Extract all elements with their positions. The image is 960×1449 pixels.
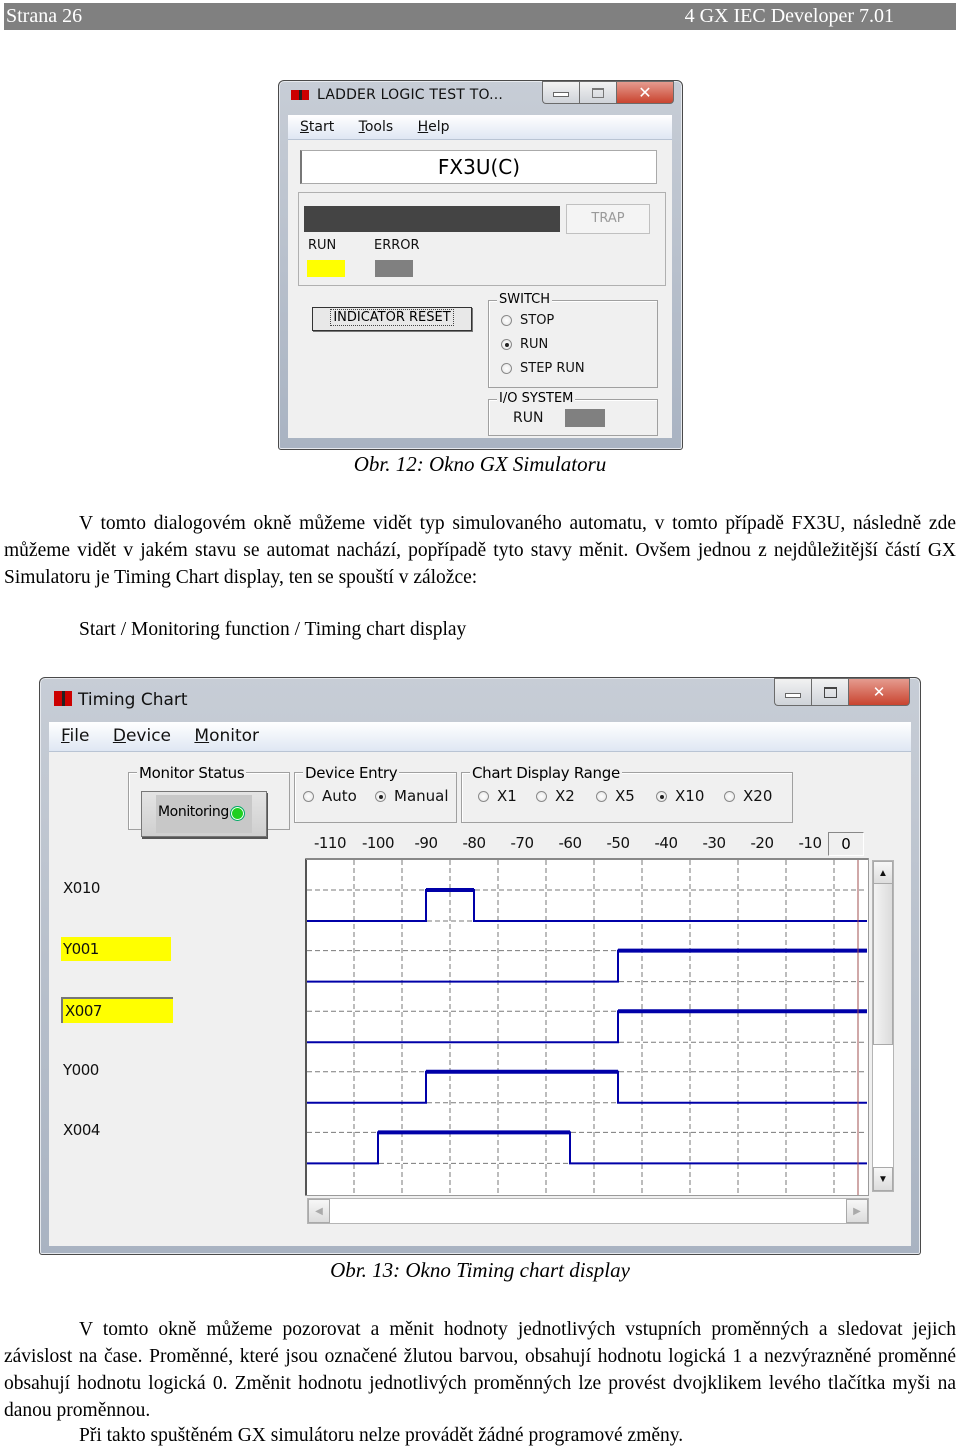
app-icon	[54, 691, 72, 706]
arrow-right-icon: ▶	[853, 1205, 861, 1217]
minimize-button[interactable]	[542, 81, 579, 104]
arrow-down-icon: ▼	[878, 1173, 888, 1185]
maximize-button[interactable]	[811, 678, 848, 706]
menu-start[interactable]: Start	[300, 119, 334, 135]
scroll-up-button[interactable]: ▲	[873, 861, 893, 885]
time-tick-label: -80	[462, 834, 487, 852]
io-system-group: I/O SYSTEM RUN	[488, 391, 658, 436]
minimize-icon	[553, 92, 569, 97]
timing-chart-title-bar: Timing Chart	[54, 690, 188, 710]
switch-legend: SWITCH	[497, 292, 552, 307]
page-header: Strana 26 4 GX IEC Developer 7.01	[4, 3, 956, 30]
time-tick-label: -50	[606, 834, 631, 852]
minimize-button[interactable]	[774, 678, 811, 706]
switch-group: SWITCH STOP RUN STEP RUN	[488, 292, 658, 388]
io-system-legend: I/O SYSTEM	[497, 391, 576, 406]
scroll-down-button[interactable]: ▼	[873, 1167, 893, 1191]
time-axis-labels: -110 -100 -90 -80 -70 -60 -50 -40 -30 -20 -10	[49, 752, 911, 852]
plot-background	[305, 858, 869, 1196]
run-label: RUN	[308, 238, 337, 253]
time-tick-label: -30	[702, 834, 727, 852]
signal-label-y001[interactable]: Y001	[61, 936, 171, 961]
run-indicator	[307, 260, 345, 277]
time-tick-label: -90	[414, 834, 439, 852]
radio-step-run[interactable]: STEP RUN	[501, 361, 585, 376]
caption-buttons: ✕	[542, 81, 674, 104]
signal-label-x007[interactable]: X007	[61, 997, 173, 1024]
document-title: 4 GX IEC Developer 7.01	[684, 5, 894, 27]
maximize-icon	[592, 87, 604, 98]
vertical-scrollbar[interactable]: ▲ ▼	[872, 860, 894, 1192]
time-tick-label: -10	[798, 834, 823, 852]
page-number: Strana 26	[6, 5, 83, 27]
time-tick-label: -100	[361, 834, 395, 852]
simulator-title-bar: LADDER LOGIC TEST TO...	[291, 87, 503, 103]
caption-buttons: ✕	[774, 678, 910, 706]
time-tick-label: -110	[313, 834, 347, 852]
menu-help[interactable]: Help	[418, 119, 450, 135]
close-button[interactable]: ✕	[616, 81, 674, 104]
time-tick-label: -60	[558, 834, 583, 852]
simulator-client: FX3U(C) TRAP RUN ERROR INDICATOR RESET S…	[288, 140, 672, 438]
radio-icon	[501, 339, 512, 350]
paragraph-3: Při takto spuštěném GX simulátoru nelze …	[79, 1425, 684, 1446]
menu-file[interactable]: File	[61, 726, 89, 746]
time-tick-label: -70	[510, 834, 535, 852]
timing-chart-window: Timing Chart ✕ File Device Monitor Monit…	[39, 677, 921, 1255]
status-message-bar	[304, 206, 560, 232]
menu-device[interactable]: Device	[113, 726, 171, 746]
app-icon	[291, 90, 309, 100]
paragraph-1: V tomto dialogovém okně můžeme vidět typ…	[4, 513, 956, 588]
radio-stop[interactable]: STOP	[501, 313, 554, 328]
time-tick-label: -20	[750, 834, 775, 852]
current-time-box: 0	[828, 832, 864, 856]
vertical-scroll-thumb[interactable]	[873, 883, 893, 1045]
timing-chart-menubar: File Device Monitor	[49, 722, 911, 752]
menu-tools[interactable]: Tools	[359, 119, 394, 135]
menu-path-text: Start / Monitoring function / Timing cha…	[79, 619, 467, 640]
close-button[interactable]: ✕	[848, 678, 910, 706]
arrow-up-icon: ▲	[878, 867, 888, 879]
radio-icon	[501, 363, 512, 374]
error-indicator	[375, 260, 413, 277]
radio-run[interactable]: RUN	[501, 337, 548, 352]
signal-label-x004[interactable]: X004	[61, 1118, 123, 1142]
timing-chart-title: Timing Chart	[78, 690, 188, 710]
maximize-button[interactable]	[579, 81, 616, 104]
io-run-indicator	[565, 409, 605, 427]
time-tick-label: -40	[654, 834, 679, 852]
trap-button[interactable]: TRAP	[566, 204, 650, 234]
figure-caption-13: Obr. 13: Okno Timing chart display	[330, 1258, 630, 1282]
paragraph-2: V tomto okně můžeme pozorovat a měnit ho…	[4, 1319, 956, 1421]
timing-chart-plot	[305, 858, 869, 1196]
minimize-icon	[785, 692, 801, 698]
timing-chart-client: Monitor Status Monitoring Device Entry A…	[49, 752, 911, 1246]
maximize-icon	[823, 686, 837, 698]
menu-monitor[interactable]: Monitor	[194, 726, 259, 746]
simulator-title: LADDER LOGIC TEST TO...	[317, 87, 504, 103]
close-icon: ✕	[872, 683, 886, 701]
signal-label-x010[interactable]: X010	[61, 876, 123, 900]
signal-label-y000[interactable]: Y000	[61, 1058, 123, 1082]
scroll-left-button[interactable]: ◀	[308, 1199, 330, 1223]
radio-icon	[501, 315, 512, 326]
figure-caption-12: Obr. 12: Okno GX Simulatoru	[353, 452, 607, 476]
horizontal-scrollbar[interactable]: ◀ ▶	[307, 1198, 869, 1224]
simulator-window: LADDER LOGIC TEST TO... ✕ Start Tools He…	[278, 80, 683, 450]
indicator-reset-button[interactable]: INDICATOR RESET	[312, 307, 472, 331]
close-icon: ✕	[638, 83, 652, 102]
simulator-menubar: Start Tools Help	[288, 115, 672, 140]
io-run-label: RUN	[513, 410, 544, 426]
error-label: ERROR	[374, 238, 420, 253]
scroll-right-button[interactable]: ▶	[846, 1199, 868, 1223]
arrow-left-icon: ◀	[315, 1205, 323, 1217]
plc-type-display: FX3U(C)	[300, 150, 657, 184]
